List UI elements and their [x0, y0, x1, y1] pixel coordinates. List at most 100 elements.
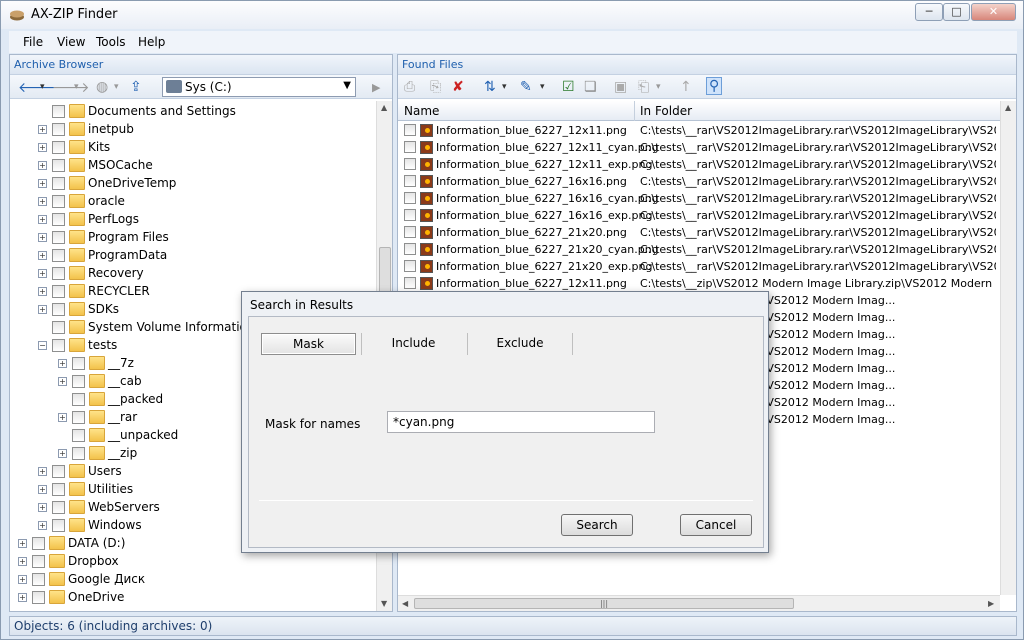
expand-icon[interactable]: +: [38, 215, 47, 224]
tab-include[interactable]: Include: [361, 333, 465, 355]
back-dropdown-icon[interactable]: ▾: [40, 82, 45, 92]
file-row[interactable]: Information_blue_6227_16x16.png C:\tests\…: [398, 173, 1000, 190]
tree-checkbox[interactable]: [52, 465, 65, 478]
scroll-down-icon[interactable]: ▼: [381, 599, 387, 608]
tree-checkbox[interactable]: [52, 519, 65, 532]
edit-icon[interactable]: ✎: [520, 79, 532, 95]
file-row[interactable]: Information_blue_6227_12x11_exp.png C:\te…: [398, 156, 1000, 173]
sort-dropdown-icon[interactable]: ▾: [502, 82, 507, 92]
tree-checkbox[interactable]: [72, 429, 85, 442]
tab-mask[interactable]: Mask: [261, 333, 356, 355]
menu-file[interactable]: File: [23, 35, 43, 49]
tree-checkbox[interactable]: [32, 591, 45, 604]
tree-checkbox[interactable]: [72, 357, 85, 370]
tree-checkbox[interactable]: [52, 105, 65, 118]
file-checkbox[interactable]: [404, 277, 416, 289]
file-row[interactable]: Information_blue_6227_12x11_cyan.png C:\t…: [398, 139, 1000, 156]
file-row[interactable]: Information_blue_6227_21x20.png C:\tests\…: [398, 224, 1000, 241]
tree-checkbox[interactable]: [52, 249, 65, 262]
tree-checkbox[interactable]: [72, 411, 85, 424]
tree-checkbox[interactable]: [52, 339, 65, 352]
expand-icon[interactable]: +: [38, 305, 47, 314]
export-dropdown-icon[interactable]: ▾: [656, 82, 661, 92]
tree-checkbox[interactable]: [52, 267, 65, 280]
expand-icon[interactable]: +: [38, 143, 47, 152]
file-row[interactable]: Information_blue_6227_12x11.png C:\tests\…: [398, 275, 1000, 292]
tree-checkbox[interactable]: [32, 573, 45, 586]
file-row[interactable]: Information_blue_6227_21x20_exp.png C:\te…: [398, 258, 1000, 275]
drive-icon[interactable]: ◍: [96, 79, 108, 95]
menu-view[interactable]: View: [57, 35, 85, 49]
save-icon[interactable]: ▣: [614, 79, 627, 95]
up-arrow-icon[interactable]: ↑: [680, 79, 692, 95]
file-checkbox[interactable]: [404, 192, 416, 204]
expand-icon[interactable]: +: [18, 557, 27, 566]
tree-checkbox[interactable]: [52, 213, 65, 226]
export-icon[interactable]: ⎗: [638, 79, 649, 95]
file-checkbox[interactable]: [404, 260, 416, 272]
menu-tools[interactable]: Tools: [96, 35, 126, 49]
right-vertical-scrollbar[interactable]: ▲: [1000, 101, 1016, 595]
delete-icon[interactable]: ✘: [452, 79, 464, 95]
right-horizontal-scrollbar[interactable]: ◀ ||| ▶: [398, 595, 1000, 611]
file-checkbox[interactable]: [404, 141, 416, 153]
file-row[interactable]: Information_blue_6227_12x11.png C:\tests\…: [398, 122, 1000, 139]
tree-checkbox[interactable]: [52, 285, 65, 298]
go-icon[interactable]: ▶: [372, 81, 380, 94]
expand-icon[interactable]: +: [38, 521, 47, 530]
file-checkbox[interactable]: [404, 226, 416, 238]
maximize-button[interactable]: □: [943, 3, 970, 21]
scroll-up-icon[interactable]: ▲: [381, 103, 387, 112]
tree-checkbox[interactable]: [32, 537, 45, 550]
copy-icon[interactable]: ⎘: [430, 79, 441, 95]
sort-icon[interactable]: ⇅: [484, 79, 496, 95]
forward-dropdown-icon[interactable]: ▾: [74, 82, 79, 92]
expand-icon[interactable]: +: [38, 161, 47, 170]
tree-checkbox[interactable]: [72, 375, 85, 388]
expand-icon[interactable]: +: [38, 485, 47, 494]
menu-help[interactable]: Help: [138, 35, 165, 49]
tree-checkbox[interactable]: [52, 123, 65, 136]
horizontal-scroll-thumb[interactable]: |||: [414, 598, 794, 609]
tree-checkbox[interactable]: [52, 141, 65, 154]
tree-checkbox[interactable]: [52, 159, 65, 172]
file-row[interactable]: Information_blue_6227_16x16_exp.png C:\te…: [398, 207, 1000, 224]
file-checkbox[interactable]: [404, 175, 416, 187]
tree-checkbox[interactable]: [52, 195, 65, 208]
tree-checkbox[interactable]: [52, 501, 65, 514]
expand-icon[interactable]: +: [38, 125, 47, 134]
extract-icon[interactable]: ⎙: [404, 79, 415, 95]
expand-icon[interactable]: +: [38, 251, 47, 260]
scroll-right-icon[interactable]: ▶: [988, 599, 994, 608]
expand-icon[interactable]: +: [38, 269, 47, 278]
search-button[interactable]: Search: [561, 514, 633, 536]
tree-checkbox[interactable]: [52, 177, 65, 190]
edit-dropdown-icon[interactable]: ▾: [540, 82, 545, 92]
forward-arrow-icon[interactable]: 🡒: [52, 79, 90, 96]
tree-checkbox[interactable]: [52, 303, 65, 316]
expand-icon[interactable]: +: [38, 179, 47, 188]
scroll-left-icon[interactable]: ◀: [402, 599, 408, 608]
expand-icon[interactable]: +: [38, 287, 47, 296]
file-row[interactable]: Information_blue_6227_16x16_cyan.png C:\t…: [398, 190, 1000, 207]
binoculars-icon[interactable]: ⚲: [706, 77, 723, 95]
drive-select[interactable]: Sys (C:) ▼: [162, 77, 356, 97]
expand-icon[interactable]: +: [38, 233, 47, 242]
minimize-button[interactable]: ─: [915, 3, 943, 21]
expand-icon[interactable]: +: [38, 467, 47, 476]
tree-checkbox[interactable]: [52, 321, 65, 334]
upload-icon[interactable]: ⇪: [130, 79, 142, 95]
back-arrow-icon[interactable]: 🡐: [18, 79, 56, 96]
column-name[interactable]: Name: [404, 104, 439, 118]
file-checkbox[interactable]: [404, 124, 416, 136]
tab-exclude[interactable]: Exclude: [467, 333, 573, 355]
drive-dropdown-icon[interactable]: ▾: [114, 82, 119, 92]
tree-checkbox[interactable]: [32, 555, 45, 568]
expand-icon[interactable]: +: [58, 449, 67, 458]
cancel-button[interactable]: Cancel: [680, 514, 752, 536]
expand-icon[interactable]: +: [38, 503, 47, 512]
tree-checkbox[interactable]: [72, 393, 85, 406]
expand-icon[interactable]: +: [58, 413, 67, 422]
scroll-up-icon[interactable]: ▲: [1005, 103, 1011, 112]
file-row[interactable]: Information_blue_6227_21x20_cyan.png C:\t…: [398, 241, 1000, 258]
